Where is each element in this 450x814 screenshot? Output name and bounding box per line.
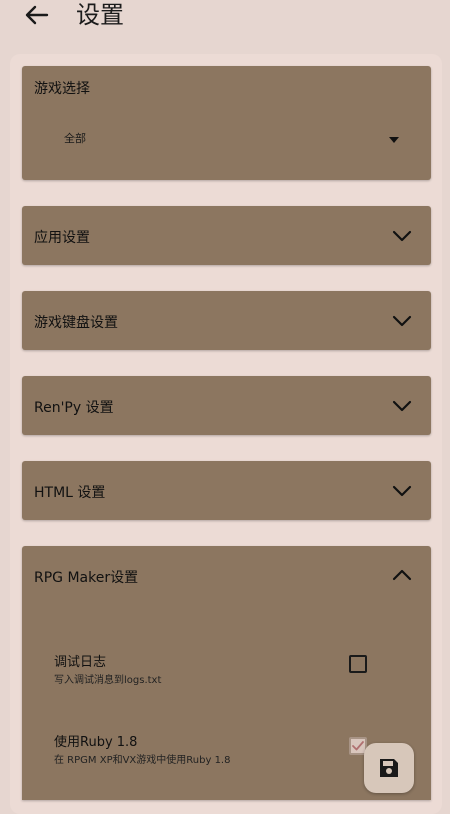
- back-button[interactable]: [20, 0, 54, 30]
- section-html-settings[interactable]: HTML 设置: [22, 461, 431, 520]
- option-label: 使用Ruby 1.8: [54, 735, 138, 750]
- dropdown-arrow-icon: [389, 137, 399, 143]
- section-app-settings[interactable]: 应用设置: [22, 206, 431, 265]
- game-select-card: 游戏选择 全部: [22, 66, 431, 180]
- section-game-keyboard-settings[interactable]: 游戏键盘设置: [22, 291, 431, 350]
- chevron-down-icon: [392, 230, 412, 242]
- chevron-down-icon: [392, 485, 412, 497]
- chevron-down-icon: [392, 400, 412, 412]
- game-select-value: 全部: [64, 132, 86, 145]
- debug-log-checkbox[interactable]: [349, 655, 367, 673]
- check-icon: [352, 741, 364, 751]
- section-title: HTML 设置: [34, 485, 106, 501]
- option-label: 调试日志: [54, 655, 107, 670]
- save-fab[interactable]: [364, 743, 414, 793]
- page-title: 设置: [76, 1, 124, 29]
- section-renpy-settings[interactable]: Ren'Py 设置: [22, 376, 431, 435]
- chevron-down-icon: [392, 315, 412, 327]
- section-title: RPG Maker设置: [34, 570, 139, 586]
- game-select-title: 游戏选择: [34, 81, 90, 97]
- section-title: Ren'Py 设置: [34, 400, 114, 416]
- save-icon: [380, 759, 398, 777]
- rpg-maker-header[interactable]: RPG Maker设置: [22, 546, 431, 606]
- top-app-bar: 设置: [0, 0, 450, 36]
- section-title: 应用设置: [34, 230, 90, 246]
- arrow-left-icon: [25, 5, 49, 25]
- section-title: 游戏键盘设置: [34, 315, 118, 331]
- option-debug-log[interactable]: 调试日志 写入调试消息到logs.txt: [22, 641, 431, 691]
- game-select-dropdown[interactable]: 全部: [34, 118, 419, 158]
- option-description: 在 RPGM XP和VX游戏中使用Ruby 1.8: [54, 755, 231, 766]
- option-description: 写入调试消息到logs.txt: [54, 675, 162, 686]
- chevron-up-icon: [392, 569, 412, 581]
